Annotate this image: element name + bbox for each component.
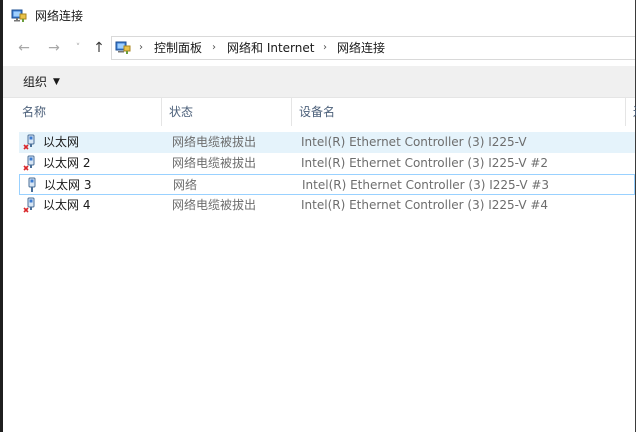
window-title: 网络连接: [35, 9, 84, 23]
ethernet-disconnected-icon: [23, 155, 35, 171]
breadcrumb-separator-icon[interactable]: ›: [323, 41, 327, 55]
column-header-connectivity[interactable]: 连: [627, 98, 636, 126]
breadcrumb-control-panel[interactable]: 控制面板: [154, 40, 202, 56]
ethernet-connected-icon: [28, 177, 36, 192]
back-arrow-icon[interactable]: ←: [15, 39, 33, 57]
address-bar[interactable]: › 控制面板 › 网络和 Internet › 网络连接: [111, 36, 635, 60]
connection-name: 以太网 4: [43, 198, 91, 212]
breadcrumb-separator-icon[interactable]: ›: [139, 41, 143, 55]
breadcrumb-separator-icon[interactable]: ›: [212, 41, 216, 55]
connection-status: 网络: [173, 178, 198, 192]
column-header-name[interactable]: 名称: [16, 98, 162, 126]
connection-device: Intel(R) Ethernet Controller (3) I225-V …: [302, 178, 550, 192]
title-bar[interactable]: 网络连接: [3, 0, 635, 32]
network-connections-icon: [11, 9, 27, 22]
command-bar: 组织 ▼: [3, 66, 635, 98]
list-item[interactable]: 以太网 网络电缆被拔出 Intel(R) Ethernet Controller…: [19, 132, 635, 153]
breadcrumb-network-internet[interactable]: 网络和 Internet: [227, 40, 314, 56]
connection-name: 以太网: [43, 135, 80, 149]
connection-device: Intel(R) Ethernet Controller (3) I225-V: [301, 135, 527, 149]
breadcrumb-network-connections[interactable]: 网络连接: [337, 40, 385, 56]
connection-status: 网络电缆被拔出: [172, 156, 257, 170]
ethernet-disconnected-icon: [23, 134, 35, 150]
organize-dropdown-arrow-icon[interactable]: ▼: [53, 75, 60, 89]
up-arrow-icon[interactable]: ↑: [90, 39, 108, 57]
column-header-device[interactable]: 设备名: [293, 98, 626, 126]
forward-arrow-icon[interactable]: →: [45, 39, 63, 57]
list-item[interactable]: 以太网 2 网络电缆被拔出 Intel(R) Ethernet Controll…: [19, 153, 635, 174]
connection-status: 网络电缆被拔出: [172, 198, 257, 212]
explorer-window: 网络连接 ← → ˅ ↑ › 控制面板 › 网络和 Internet › 网络连…: [0, 0, 636, 432]
list-item[interactable]: 以太网 4 网络电缆被拔出 Intel(R) Ethernet Controll…: [19, 195, 635, 216]
list-item[interactable]: 以太网 3 网络 Intel(R) Ethernet Controller (3…: [19, 174, 635, 195]
ethernet-disconnected-icon: [23, 197, 35, 213]
column-header-status[interactable]: 状态: [163, 98, 292, 126]
column-header-row: 名称 状态 设备名 连: [3, 98, 636, 126]
navigation-bar: ← → ˅ ↑ › 控制面板 › 网络和 Internet › 网络连接: [3, 32, 635, 64]
connection-name: 以太网 2: [43, 156, 91, 170]
control-panel-icon: [115, 41, 131, 54]
connection-status: 网络电缆被拔出: [172, 135, 257, 149]
connection-device: Intel(R) Ethernet Controller (3) I225-V …: [301, 198, 549, 212]
recent-locations-chevron-icon[interactable]: ˅: [69, 39, 87, 57]
connection-device: Intel(R) Ethernet Controller (3) I225-V …: [301, 156, 549, 170]
connection-name: 以太网 3: [44, 178, 92, 192]
organize-button[interactable]: 组织: [23, 74, 47, 90]
